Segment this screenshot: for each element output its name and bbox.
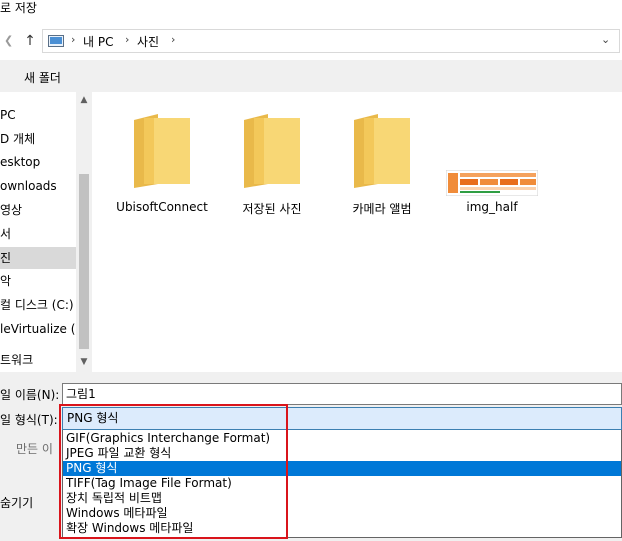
scroll-down-icon[interactable]: ▼	[78, 356, 90, 368]
scroll-up-icon[interactable]: ▲	[78, 94, 90, 106]
left-pane-scrollbar[interactable]: ▲ ▼	[76, 92, 92, 372]
image-thumbnail-icon	[446, 170, 538, 196]
file-name-input[interactable]: 그림1	[62, 383, 622, 405]
nav-item-3d-objects[interactable]: D 개체	[0, 128, 76, 150]
folder-icon	[354, 114, 410, 188]
up-arrow-icon[interactable]: ↑	[22, 33, 38, 49]
chevron-right-icon[interactable]: ›	[71, 33, 75, 46]
navigation-pane: PC D 개체 esktop ownloads 영상 서 진 악 컬 디스크 (…	[0, 92, 76, 372]
nav-item-network[interactable]: 트워크	[0, 349, 76, 371]
nav-item-desktop[interactable]: esktop	[0, 151, 76, 173]
file-type-option[interactable]: GIF(Graphics Interchange Format)	[63, 431, 621, 446]
chevron-down-icon[interactable]: ⌄	[601, 33, 613, 47]
pc-icon	[48, 35, 64, 47]
author-label: 만든 이	[16, 442, 53, 456]
chevron-right-icon[interactable]: ›	[125, 33, 129, 46]
folder-icon	[244, 114, 300, 188]
chevron-right-icon[interactable]: ›	[171, 33, 175, 46]
file-name: 카메라 앨범	[352, 202, 412, 216]
file-name: UbisoftConnect	[116, 200, 208, 214]
folder-icon	[134, 114, 190, 188]
file-tile-ubisoftconnect[interactable]: UbisoftConnect	[106, 104, 218, 224]
new-folder-button[interactable]: 새 폴더	[24, 69, 61, 86]
nav-item-videos[interactable]: 영상	[0, 199, 76, 221]
hide-folders-button[interactable]: 숨기기	[0, 494, 33, 511]
file-type-dropdown-list: GIF(Graphics Interchange Format) JPEG 파일…	[62, 430, 622, 538]
nav-item-pc[interactable]: PC	[0, 104, 76, 126]
nav-item-music[interactable]: 악	[0, 270, 76, 292]
file-type-option[interactable]: 확장 Windows 메타파일	[63, 521, 621, 536]
file-type-select[interactable]: PNG 형식	[62, 407, 622, 430]
file-name-label: 일 이름(N):	[0, 388, 60, 402]
file-tile-saved-pictures[interactable]: 저장된 사진	[216, 104, 328, 224]
scrollbar-thumb[interactable]	[79, 174, 89, 349]
nav-item-downloads[interactable]: ownloads	[0, 175, 76, 197]
file-type-option[interactable]: 장치 독립적 비트맵	[63, 491, 621, 506]
nav-item-virtualize-w[interactable]: leVirtualize (W	[0, 318, 76, 340]
file-name: 저장된 사진	[242, 202, 302, 216]
file-tile-img-half[interactable]: img_half	[436, 104, 548, 224]
toolbar: 새 폴더	[0, 60, 622, 92]
breadcrumb-pc[interactable]: 내 PC	[83, 33, 113, 50]
nav-item-documents[interactable]: 서	[0, 223, 76, 245]
file-type-option[interactable]: JPEG 파일 교환 형식	[63, 446, 621, 461]
nav-item-local-disk-c[interactable]: 컬 디스크 (C:)	[0, 294, 76, 316]
back-arrow-icon[interactable]: ❮	[4, 34, 18, 48]
window-title: 로 저장	[0, 1, 37, 15]
file-type-option[interactable]: TIFF(Tag Image File Format)	[63, 476, 621, 491]
nav-item-pictures[interactable]: 진	[0, 247, 76, 269]
file-name: img_half	[466, 200, 518, 214]
file-tile-camera-roll[interactable]: 카메라 앨범	[326, 104, 438, 224]
breadcrumb-pictures[interactable]: 사진	[137, 33, 159, 50]
address-bar[interactable]: › 내 PC › 사진 › ⌄	[42, 29, 620, 53]
file-type-option[interactable]: Windows 메타파일	[63, 506, 621, 521]
file-type-option-selected[interactable]: PNG 형식	[63, 461, 621, 476]
file-type-label: 일 형식(T):	[0, 413, 58, 427]
